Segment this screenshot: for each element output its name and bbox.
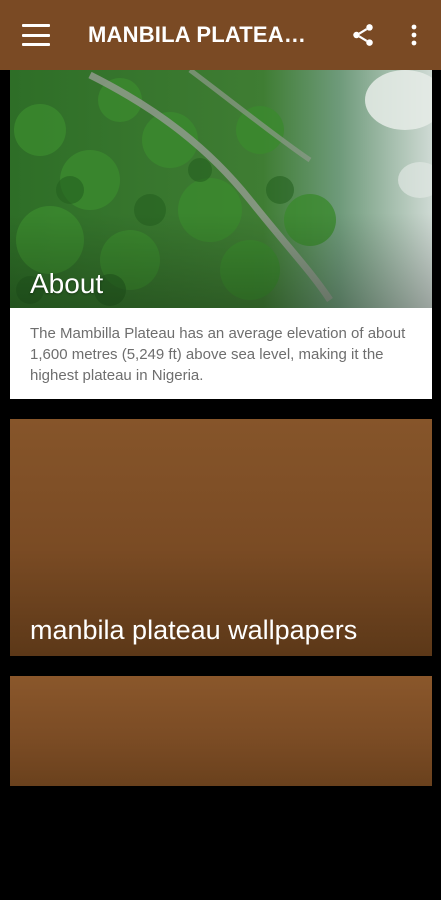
wallpapers-title: manbila plateau wallpapers [30,615,358,645]
wallpapers-card[interactable]: manbila plateau wallpapers [10,419,432,656]
app-title: MANBILA PLATEAU WALLPAPERS [88,22,310,47]
about-description: The Mambilla Plateau has an average elev… [30,325,406,384]
about-title: About [30,268,104,299]
share-icon[interactable] [350,22,376,48]
about-card[interactable]: About The Mambilla Plateau has an averag… [10,70,432,399]
extra-card[interactable] [10,676,432,786]
app-bar: MANBILA PLATEAU WALLPAPERS [0,0,441,70]
menu-icon[interactable] [22,24,50,46]
more-vert-icon[interactable] [405,22,423,48]
